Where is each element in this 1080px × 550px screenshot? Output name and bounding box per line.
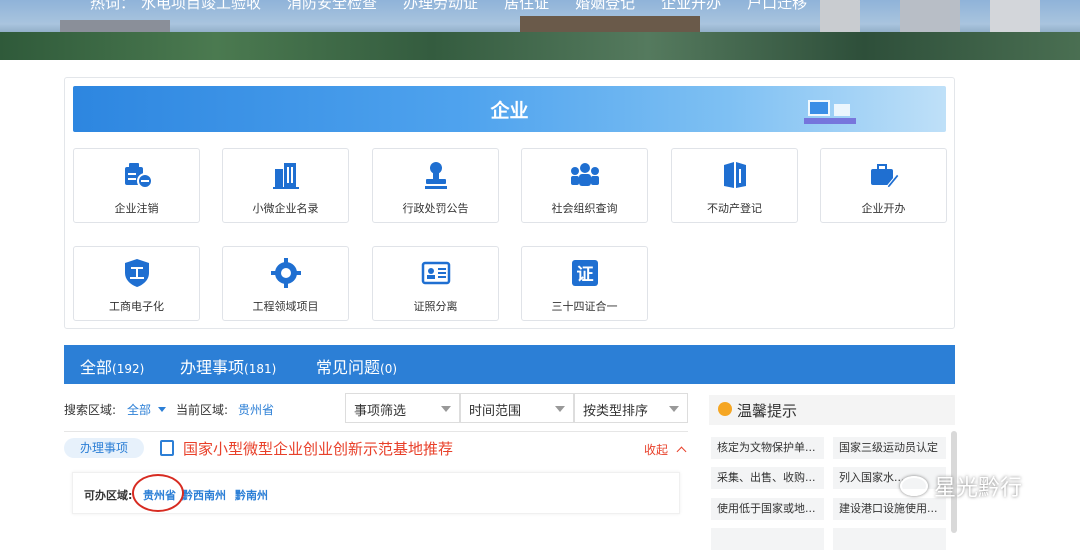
search-area-value: 全部 <box>127 403 152 417</box>
office-illustration-icon <box>804 100 856 124</box>
tile-label: 工商电子化 <box>109 300 164 313</box>
real-estate-icon <box>724 162 746 188</box>
tip-item[interactable]: 国家三级运动员认定 <box>833 437 946 459</box>
tile-label: 小微企业名录 <box>252 202 319 215</box>
tile-label: 企业注销 <box>114 202 159 215</box>
sort-by-type-select[interactable]: 按类型排序 <box>574 393 688 423</box>
enterprise-card: 企业 企业注销 小微企业名录 行政处罚公告 社会组织查询 不动产登记 企业开办 … <box>64 77 955 329</box>
tip-item[interactable]: 列入国家水... <box>833 467 946 489</box>
area-link-qiannan[interactable]: 黔南州 <box>235 487 268 503</box>
certificate-icon: 证 <box>572 260 598 286</box>
section-header: 企业 <box>73 86 946 132</box>
tile-enterprise-setup[interactable]: 企业开办 <box>820 148 947 223</box>
tips-header: 温馨提示 <box>709 395 955 425</box>
tile-label: 社会组织查询 <box>551 202 618 215</box>
item-type-badge: 办理事项 <box>64 438 144 458</box>
tab-label: 常见问题 <box>316 358 381 377</box>
tab-label: 全部 <box>80 358 113 377</box>
tile-label: 行政处罚公告 <box>402 202 469 215</box>
item-title-link[interactable]: 国家小型微型企业创业创新示范基地推荐 <box>183 438 453 459</box>
hot-label: 热词： <box>90 0 136 12</box>
tile-business-electronic[interactable]: 工商电子化 <box>73 246 200 321</box>
chevron-down-icon <box>669 406 679 412</box>
collapse-toggle[interactable]: 收起 <box>644 441 687 458</box>
tile-label: 企业开办 <box>861 202 906 215</box>
tile-label: 证照分离 <box>413 300 458 313</box>
select-value: 按类型排序 <box>583 404 649 419</box>
tile-label: 工程领域项目 <box>252 300 319 313</box>
tile-enterprise-cancel[interactable]: 企业注销 <box>73 148 200 223</box>
hot-word-link[interactable]: 办理劳动证 <box>403 0 478 13</box>
shield-gong-icon <box>125 259 149 287</box>
tile-real-estate[interactable]: 不动产登记 <box>671 148 798 223</box>
tab-faq[interactable]: 常见问题(0) <box>316 354 397 378</box>
chevron-up-icon <box>676 446 687 457</box>
tile-license-separation[interactable]: 证照分离 <box>372 246 499 321</box>
current-area-label: 当前区域: <box>176 403 229 417</box>
current-area-value: 贵州省 <box>238 403 275 417</box>
tips-title: 温馨提示 <box>737 402 798 420</box>
hot-word-link[interactable]: 户口迁移 <box>747 0 807 13</box>
briefcase-pen-icon <box>871 164 900 189</box>
caret-down-icon <box>157 407 166 412</box>
wechat-icon <box>900 476 928 496</box>
banner-trees <box>0 32 1080 60</box>
hot-word-link[interactable]: 居住证 <box>504 0 549 13</box>
time-range-select[interactable]: 时间范围 <box>460 393 574 423</box>
gear-icon <box>271 258 301 288</box>
tip-item[interactable]: 使用低于国家或地... <box>711 498 824 520</box>
hot-words-bar: 热词： 水电项目竣工验收 消防安全检查 办理劳动证 居住证 婚姻登记 企业开办 … <box>90 0 807 13</box>
stamp-icon <box>425 162 447 189</box>
tile-penalty-notice[interactable]: 行政处罚公告 <box>372 148 499 223</box>
divider <box>64 431 688 432</box>
tab-count: (0) <box>380 362 398 376</box>
tile-label: 不动产登记 <box>707 202 762 215</box>
lightbulb-icon <box>718 402 732 416</box>
select-value: 时间范围 <box>469 404 522 419</box>
tile-label: 三十四证合一 <box>551 300 618 313</box>
hot-word-link[interactable]: 企业开办 <box>661 0 721 13</box>
tile-34-certificates[interactable]: 证 三十四证合一 <box>521 246 648 321</box>
search-area-dropdown[interactable]: 全部 <box>127 401 166 418</box>
tab-label: 办理事项 <box>180 358 245 377</box>
chevron-down-icon <box>555 406 565 412</box>
building-icon <box>273 163 299 189</box>
tab-services[interactable]: 办理事项(181) <box>180 354 276 378</box>
select-value: 事项筛选 <box>354 404 407 419</box>
area-label: 可办区域: <box>84 489 133 502</box>
svg-text:证: 证 <box>577 265 594 285</box>
watermark-text: 星光黔行 <box>934 476 1023 501</box>
tip-item[interactable] <box>833 528 946 550</box>
tile-small-business-list[interactable]: 小微企业名录 <box>222 148 349 223</box>
people-group-icon <box>571 163 599 186</box>
tile-engineering-project[interactable]: 工程领域项目 <box>222 246 349 321</box>
id-card-icon <box>421 261 451 285</box>
tip-item[interactable]: 采集、出售、收购... <box>711 467 824 489</box>
chevron-down-icon <box>441 406 451 412</box>
area-link-qianxinan[interactable]: 黔西南州 <box>182 487 226 503</box>
search-area-label: 搜索区域: <box>64 403 117 417</box>
hot-word-link[interactable]: 婚姻登记 <box>575 0 635 13</box>
tip-item[interactable]: 核定为文物保护单... <box>711 437 824 459</box>
highlight-circle <box>132 474 184 512</box>
document-icon <box>160 440 174 456</box>
hot-word-link[interactable]: 消防安全检查 <box>287 0 377 13</box>
tip-item[interactable]: 建设港口设施使用... <box>833 498 946 520</box>
hot-word-link[interactable]: 水电项目竣工验收 <box>141 0 261 13</box>
tab-count: (192) <box>112 362 145 376</box>
tab-all[interactable]: 全部(192) <box>80 354 145 387</box>
header-banner: 热词： 水电项目竣工验收 消防安全检查 办理劳动证 居住证 婚姻登记 企业开办 … <box>0 0 1080 60</box>
collapse-label: 收起 <box>644 443 669 457</box>
result-tabs: 全部(192) 办理事项(181) 常见问题(0) <box>64 345 955 387</box>
tile-social-org-query[interactable]: 社会组织查询 <box>521 148 648 223</box>
item-filter-select[interactable]: 事项筛选 <box>345 393 460 423</box>
tip-item[interactable] <box>711 528 824 550</box>
tab-count: (181) <box>244 362 277 376</box>
enterprise-cancel-icon <box>125 163 153 189</box>
